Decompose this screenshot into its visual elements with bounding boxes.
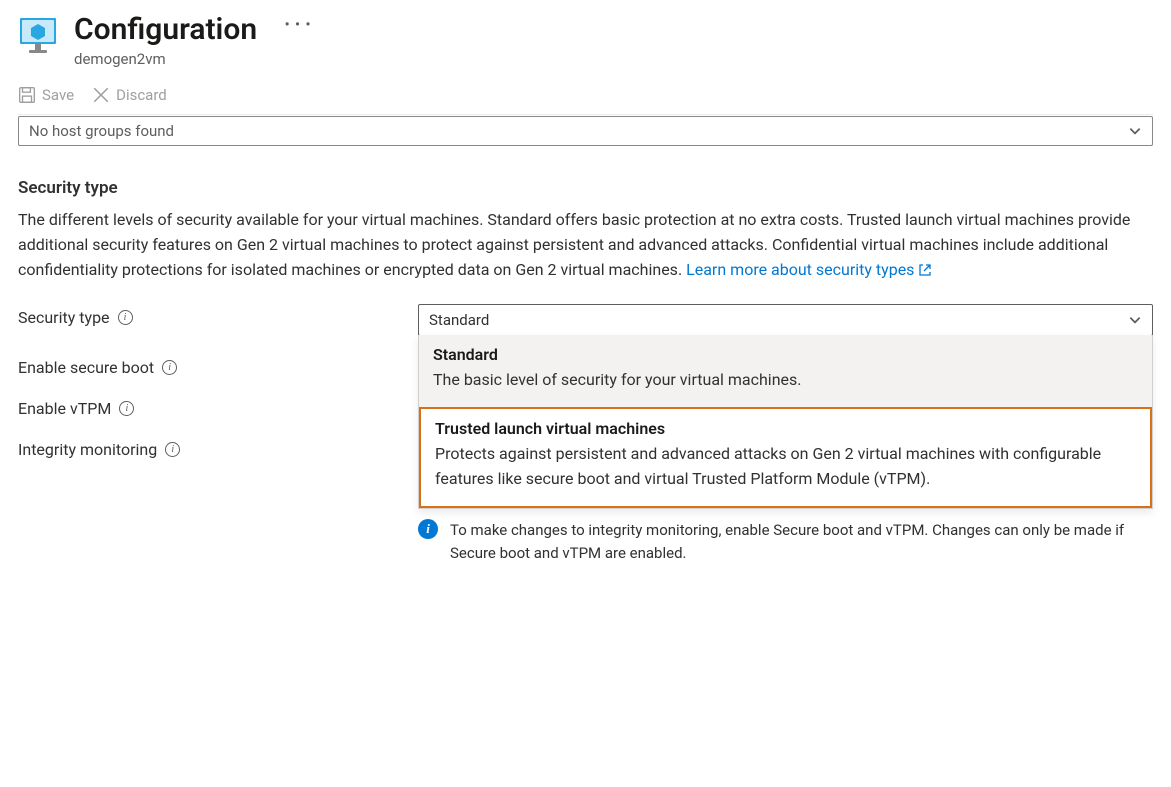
info-icon[interactable]: i bbox=[118, 310, 133, 325]
page-title: Configuration • • • bbox=[74, 12, 1153, 48]
info-icon[interactable]: i bbox=[165, 442, 180, 457]
security-type-label: Security type bbox=[18, 308, 110, 327]
discard-button[interactable]: Discard bbox=[92, 86, 167, 104]
host-group-select[interactable]: No host groups found bbox=[18, 116, 1153, 146]
learn-more-link[interactable]: Learn more about security types bbox=[686, 258, 932, 283]
info-solid-icon: i bbox=[418, 519, 438, 539]
chevron-down-icon bbox=[1128, 313, 1142, 327]
info-icon[interactable]: i bbox=[162, 360, 177, 375]
security-type-description: The different levels of security availab… bbox=[18, 208, 1138, 282]
toolbar: Save Discard bbox=[18, 86, 1153, 115]
vtpm-label: Enable vTPM bbox=[18, 399, 111, 418]
external-link-icon bbox=[918, 263, 932, 277]
info-icon[interactable]: i bbox=[119, 401, 134, 416]
save-icon bbox=[18, 86, 36, 104]
integrity-monitoring-label: Integrity monitoring bbox=[18, 440, 157, 459]
close-icon bbox=[92, 86, 110, 104]
chevron-down-icon bbox=[1128, 124, 1142, 138]
more-icon[interactable]: • • • bbox=[285, 17, 312, 34]
resource-name-subtitle: demogen2vm bbox=[74, 50, 1153, 68]
host-group-placeholder: No host groups found bbox=[29, 122, 174, 140]
secure-boot-label: Enable secure boot bbox=[18, 358, 154, 377]
save-button[interactable]: Save bbox=[18, 86, 74, 104]
vm-monitor-icon bbox=[18, 16, 58, 56]
security-type-select[interactable]: Standard bbox=[418, 304, 1153, 336]
security-type-heading: Security type bbox=[18, 178, 1153, 198]
option-trusted-launch[interactable]: Trusted launch virtual machines Protects… bbox=[419, 407, 1152, 508]
security-type-dropdown: Standard The basic level of security for… bbox=[418, 335, 1153, 508]
option-standard[interactable]: Standard The basic level of security for… bbox=[419, 335, 1152, 407]
integrity-info-box: i To make changes to integrity monitorin… bbox=[418, 519, 1153, 564]
